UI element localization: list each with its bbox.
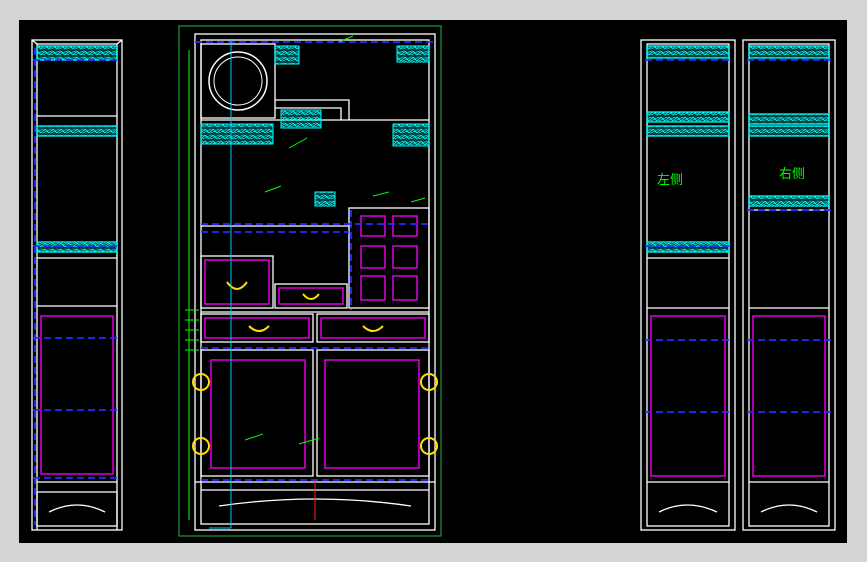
bat-handle-icon — [302, 293, 320, 300]
left-outer-side-view — [31, 39, 123, 531]
right-side-label: 右侧 — [779, 167, 805, 182]
right-side-elevation — [742, 39, 836, 531]
corner-carving — [274, 45, 300, 65]
corner-carving — [396, 45, 430, 63]
bat-handle-icon — [362, 325, 384, 332]
moon-gate-carving — [208, 51, 268, 111]
frieze-carving — [200, 123, 274, 145]
front-elevation-view — [178, 25, 442, 537]
cad-viewport[interactable]: 左侧 右侧 — [19, 20, 847, 543]
moon-gate-inner-ring — [213, 56, 263, 106]
left-side-elevation — [640, 39, 736, 531]
cabinet-elevation-drawing: 左侧 右侧 — [31, 25, 836, 537]
right-side-hidden-lines — [747, 59, 831, 413]
cloud-carving — [314, 191, 336, 207]
bat-handle-icon — [248, 325, 270, 332]
frieze-carving — [280, 109, 322, 129]
frieze-carving — [392, 123, 430, 147]
left-side-label: 左侧 — [657, 173, 683, 188]
bat-handle-icon — [226, 281, 248, 290]
left-outer-hidden-lines — [33, 48, 119, 525]
